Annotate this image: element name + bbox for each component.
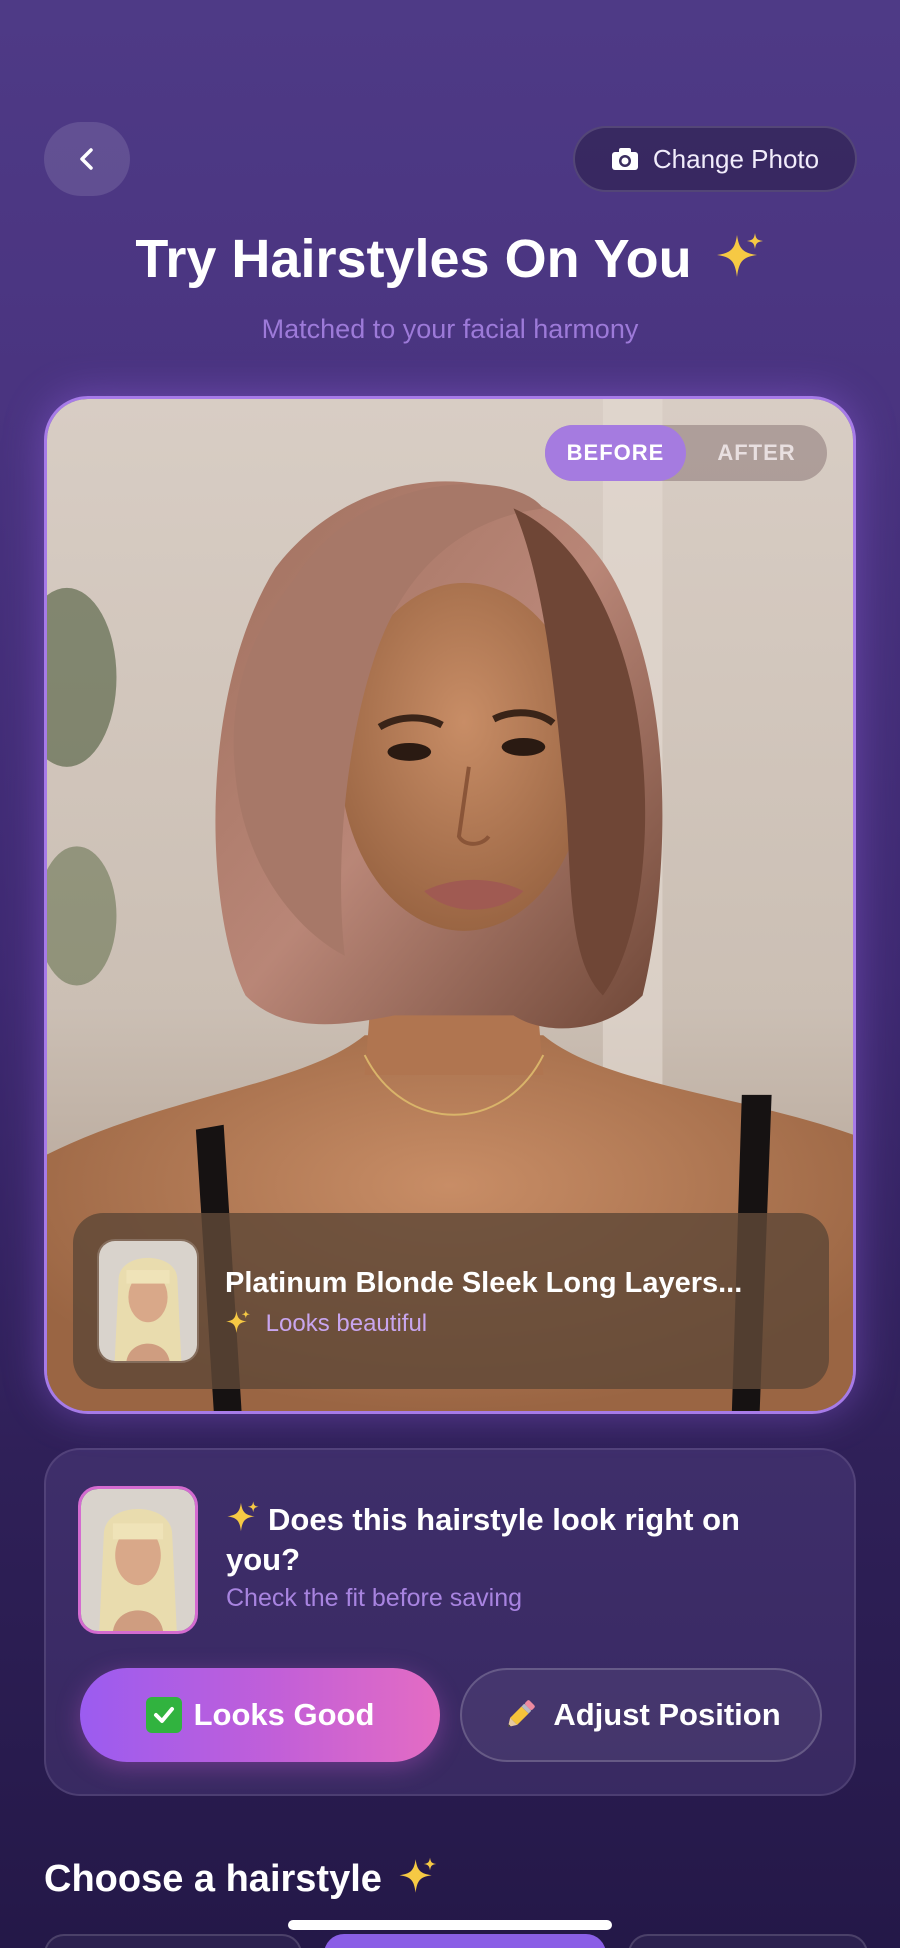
chevron-left-icon <box>80 148 93 170</box>
back-button[interactable] <box>44 122 130 196</box>
style-thumbnail <box>97 1239 199 1363</box>
choose-hairstyle-heading: Choose a hairstyle <box>44 1856 438 1901</box>
adjust-position-button[interactable]: Adjust Position <box>460 1668 822 1762</box>
before-after-toggle[interactable]: BEFORE AFTER <box>545 425 827 481</box>
selected-style-card[interactable]: Platinum Blonde Sleek Long Layers... Loo… <box>73 1213 829 1389</box>
preview-photo-card: BEFORE AFTER Platinum Blonde Sleek Long … <box>44 396 856 1414</box>
fit-question: Does this hairstyle look right on you? <box>226 1502 740 1577</box>
sparkles-icon <box>400 1857 437 1893</box>
pencil-icon <box>508 1700 536 1728</box>
home-indicator[interactable] <box>288 1920 612 1930</box>
style-chip-selected[interactable] <box>324 1934 606 1948</box>
style-chip[interactable] <box>628 1934 868 1948</box>
sparkles-icon <box>227 1501 259 1532</box>
camera-icon <box>611 148 638 170</box>
change-photo-button[interactable]: Change Photo <box>573 126 857 192</box>
change-photo-label: Change Photo <box>652 143 820 174</box>
toggle-before[interactable]: BEFORE <box>545 425 686 481</box>
adjust-position-label: Adjust Position <box>553 1697 781 1732</box>
fit-check-card: Does this hairstyle look right on you? C… <box>44 1448 856 1796</box>
check-mark-button-icon <box>145 1697 182 1733</box>
choose-hairstyle-text: Choose a hairstyle <box>44 1858 382 1900</box>
style-note-row: Looks beautiful <box>225 1309 427 1338</box>
style-chip[interactable] <box>44 1934 302 1948</box>
sparkles-icon <box>716 233 763 277</box>
page-title-text: Try Hairstyles On You <box>135 229 692 289</box>
style-note: Looks beautiful <box>265 1310 428 1337</box>
looks-good-button[interactable]: Looks Good <box>80 1668 440 1762</box>
page-subtitle: Matched to your facial harmony <box>261 314 639 344</box>
sparkles-icon <box>226 1310 250 1333</box>
toggle-after[interactable]: AFTER <box>686 425 827 481</box>
fit-question-row: Does this hairstyle look right on you? <box>226 1500 786 1580</box>
fit-hint: Check the fit before saving <box>226 1584 522 1612</box>
screen: Change Photo Try Hairstyles On You Match… <box>0 0 900 1948</box>
fit-thumbnail <box>78 1486 198 1634</box>
page-title: Try Hairstyles On You <box>0 228 900 290</box>
style-name: Platinum Blonde Sleek Long Layers... <box>225 1267 743 1299</box>
looks-good-label: Looks Good <box>193 1697 375 1732</box>
